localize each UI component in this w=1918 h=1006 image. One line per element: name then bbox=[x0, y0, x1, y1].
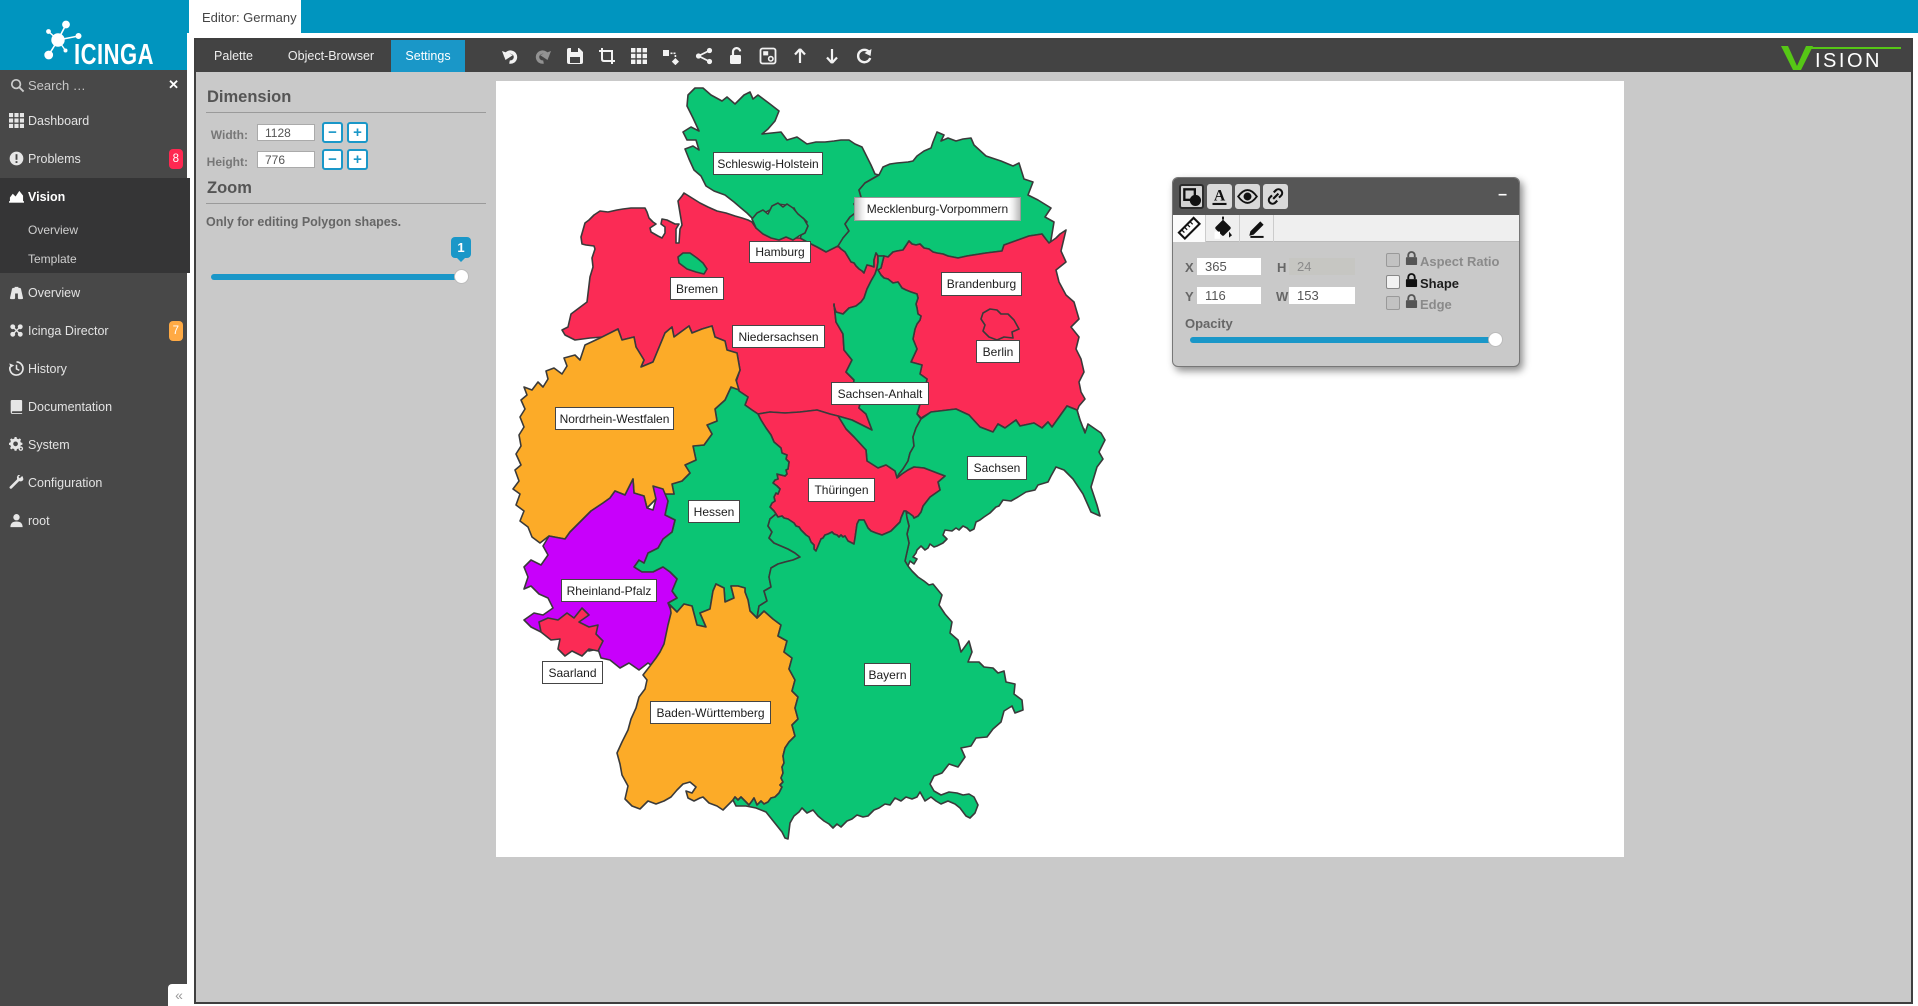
svg-text:ICINGA: ICINGA bbox=[74, 39, 154, 71]
svg-text:A: A bbox=[1214, 188, 1226, 205]
svg-text:ISION: ISION bbox=[1815, 50, 1882, 72]
